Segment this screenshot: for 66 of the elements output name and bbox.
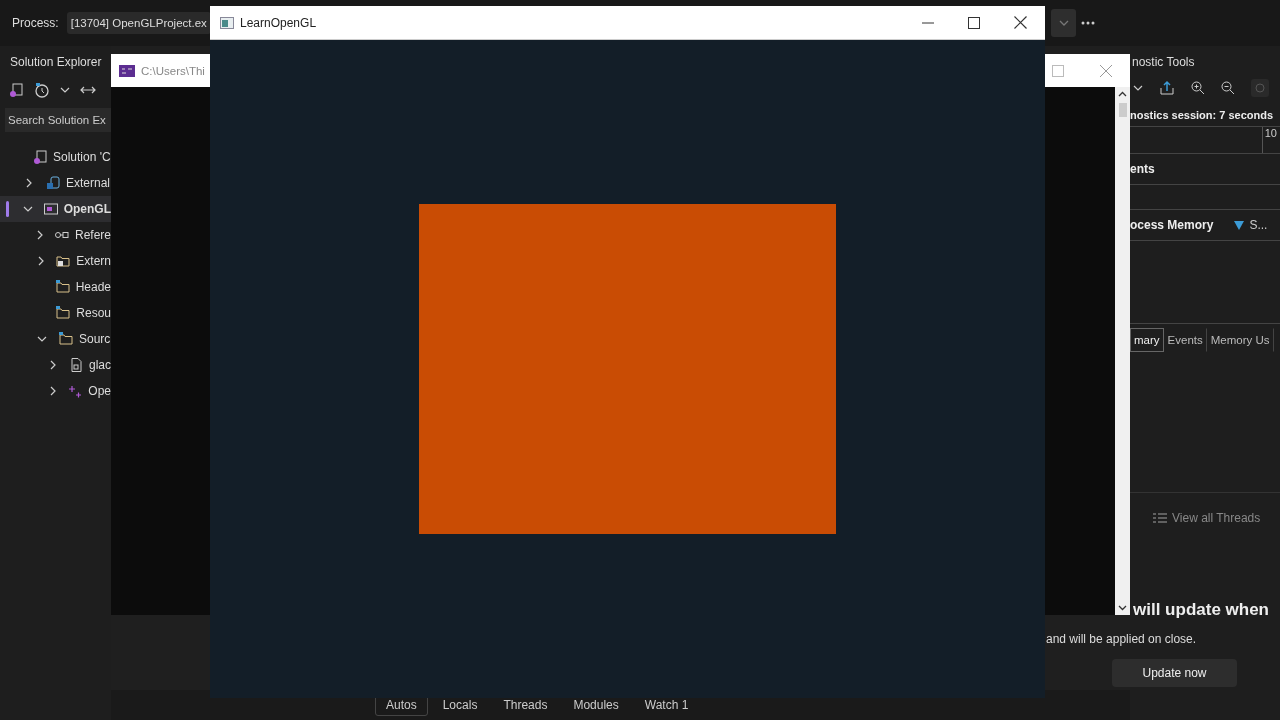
tree-item[interactable]: Resou	[0, 300, 111, 326]
chevron-right-icon[interactable]	[24, 178, 34, 188]
folder-icon	[55, 253, 72, 269]
tree-item[interactable]: glac	[0, 352, 111, 378]
panel-title: nostic Tools	[1131, 54, 1196, 71]
scroll-up-icon[interactable]	[1118, 91, 1127, 97]
tree-item[interactable]: Ope	[0, 378, 111, 404]
tree-item[interactable]: Sourc	[0, 326, 111, 352]
process-dropdown[interactable]: [13704] OpenGLProject.ex	[66, 12, 211, 34]
chevron-down-icon[interactable]	[22, 204, 33, 214]
zoom-in-icon[interactable]	[1190, 80, 1206, 96]
chevron-down-icon[interactable]	[37, 334, 47, 344]
diagnostics-tab[interactable]: Events	[1163, 328, 1207, 352]
scrollbar[interactable]	[1115, 87, 1130, 615]
maximize-icon[interactable]	[968, 16, 980, 29]
tree-item[interactable]: Extern	[0, 248, 111, 274]
tree-item[interactable]: Heade	[0, 274, 111, 300]
more-icon	[1081, 21, 1095, 25]
debug-tab[interactable]: Watch 1	[633, 694, 700, 716]
threads-icon	[1152, 512, 1168, 524]
solution-icon	[32, 149, 48, 165]
chevron-right-icon[interactable]	[35, 230, 45, 240]
window-title: LearnOpenGL	[240, 15, 317, 30]
solution-icon[interactable]	[8, 82, 24, 98]
session-label: nostics session: 7 seconds	[1130, 108, 1275, 123]
minimize-icon[interactable]	[922, 21, 934, 24]
file-icon	[68, 357, 84, 373]
search-field[interactable]: Search Solution Ex	[5, 108, 111, 132]
folder-icon	[54, 279, 71, 295]
tree-item[interactable]: Solution 'C	[0, 144, 111, 170]
debug-tab[interactable]: Threads	[492, 694, 559, 716]
tree-item[interactable]: External	[0, 170, 111, 196]
legend-label: S...	[1249, 218, 1268, 232]
plus-plus-icon	[67, 383, 84, 399]
timeline-ruler: 10	[1130, 126, 1280, 154]
notification-message: and will be applied on close.	[1046, 632, 1197, 646]
chevron-down-icon[interactable]	[60, 86, 70, 94]
window-title: C:\Users\Thi	[141, 64, 205, 77]
scrollbar-thumb[interactable]	[1118, 103, 1127, 117]
debug-tab[interactable]: Modules	[562, 694, 630, 716]
project-icon	[42, 201, 59, 217]
chevron-down-icon[interactable]	[1132, 84, 1144, 92]
triangle-marker-icon	[1234, 220, 1245, 230]
section-heading: ocess Memory	[1130, 218, 1214, 232]
diagnostics-tab[interactable]: Memory Us	[1206, 328, 1274, 352]
folder-icon	[58, 331, 74, 347]
notification-title: will update when	[1133, 600, 1269, 620]
process-label: Process:	[12, 16, 59, 30]
console-icon	[119, 64, 135, 77]
tree-item[interactable]: Refere	[0, 222, 111, 248]
sync-arrows-icon[interactable]	[80, 85, 96, 95]
database-icon	[45, 175, 61, 191]
history-icon[interactable]	[34, 82, 50, 98]
panel-title: Solution Explorer	[9, 54, 103, 71]
folder-icon	[55, 305, 72, 321]
export-icon[interactable]	[1158, 79, 1176, 97]
update-now-button[interactable]: Update now	[1112, 659, 1237, 687]
view-all-threads-button[interactable]: View all Threads	[1152, 511, 1261, 525]
scroll-down-icon[interactable]	[1118, 605, 1127, 611]
debug-tab[interactable]: Locals	[431, 694, 489, 716]
zoom-out-icon[interactable]	[1220, 80, 1236, 96]
close-icon[interactable]	[1014, 16, 1027, 29]
diagnostics-tab[interactable]: mary	[1130, 328, 1164, 352]
app-icon	[220, 15, 234, 30]
tree-item[interactable]: OpenGL	[0, 196, 111, 222]
chevron-down-icon	[1057, 19, 1070, 27]
